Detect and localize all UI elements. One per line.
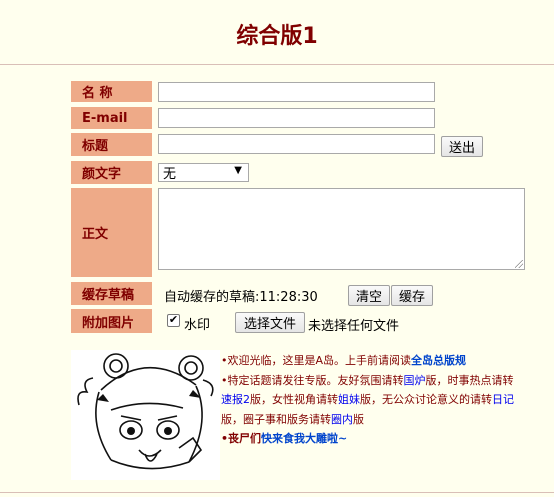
board-link-riji[interactable]: 日记: [492, 393, 514, 406]
mascot-drawing: [77, 353, 214, 470]
notice-text: •欢迎光临，这里是A岛。上手前请阅读: [221, 354, 412, 367]
choose-file-button[interactable]: 选择文件: [235, 312, 305, 333]
notice-text: 版，女性视角请转: [250, 393, 338, 406]
no-file-label: 未选择任何文件: [308, 319, 400, 334]
emoji-selected-value: 无: [163, 167, 177, 182]
resize-grip-icon[interactable]: [515, 260, 523, 268]
page-title: 综合版1: [236, 24, 318, 49]
name-input[interactable]: [158, 82, 435, 102]
notice-text: 版，时事热点请转: [425, 373, 514, 387]
notice-line-2: •特定话题请发往专版。友好氛围请转国炉版，时事热点请转速报2版，女性视角请转姐妹…: [221, 371, 521, 430]
subject-label: 标题: [71, 133, 152, 156]
notice-text: •特定话题请发往专版。友好氛围请转: [221, 373, 404, 387]
draft-status: 自动缓存的草稿:11:28:30: [164, 290, 318, 305]
save-draft-button[interactable]: 缓存: [391, 285, 433, 306]
board-link-guolu[interactable]: 国炉: [404, 374, 426, 387]
watermark-label: 水印: [184, 318, 211, 333]
subject-input[interactable]: [158, 134, 435, 154]
body-textarea[interactable]: [158, 188, 525, 270]
board-link-jiemei[interactable]: 姐妹: [338, 393, 360, 406]
divider: [0, 492, 554, 493]
notice-text: 版，圈子事和版务请转: [221, 412, 331, 426]
name-label: 名 称: [71, 81, 152, 102]
notice-block: •欢迎光临，这里是A岛。上手前请阅读全岛总版规 •特定话题请发往专版。友好氛围请…: [221, 351, 521, 449]
emoji-label: 颜文字: [71, 161, 152, 184]
submit-button[interactable]: 送出: [441, 136, 483, 157]
clear-button[interactable]: 清空: [348, 285, 390, 306]
notice-line-3: •丧尸们快来食我大雕啦~: [221, 429, 521, 449]
notice-text: 版，无公众讨论意义的请转: [360, 393, 492, 406]
chevron-down-icon: ▼: [234, 165, 242, 176]
notice-text: 版: [353, 412, 364, 426]
email-input[interactable]: [158, 108, 435, 128]
board-link-subao2[interactable]: 速报2: [221, 393, 250, 406]
body-label: 正文: [71, 188, 152, 277]
notice-line-1: •欢迎光临，这里是A岛。上手前请阅读全岛总版规: [221, 351, 521, 371]
zombie-link[interactable]: 快来食我大雕啦~: [261, 432, 347, 445]
rules-link[interactable]: 全岛总版规: [411, 354, 466, 367]
draft-label: 缓存草稿: [71, 282, 152, 305]
mascot-image: [71, 350, 220, 480]
divider: [0, 64, 554, 65]
board-link-quannei[interactable]: 圈内: [331, 413, 353, 426]
emoji-select[interactable]: 无 ▼: [158, 163, 249, 182]
image-label: 附加图片: [71, 309, 152, 333]
watermark-checkbox[interactable]: ✔: [167, 314, 180, 327]
notice-text: •丧尸们: [221, 432, 262, 445]
email-label: E-mail: [71, 107, 152, 129]
